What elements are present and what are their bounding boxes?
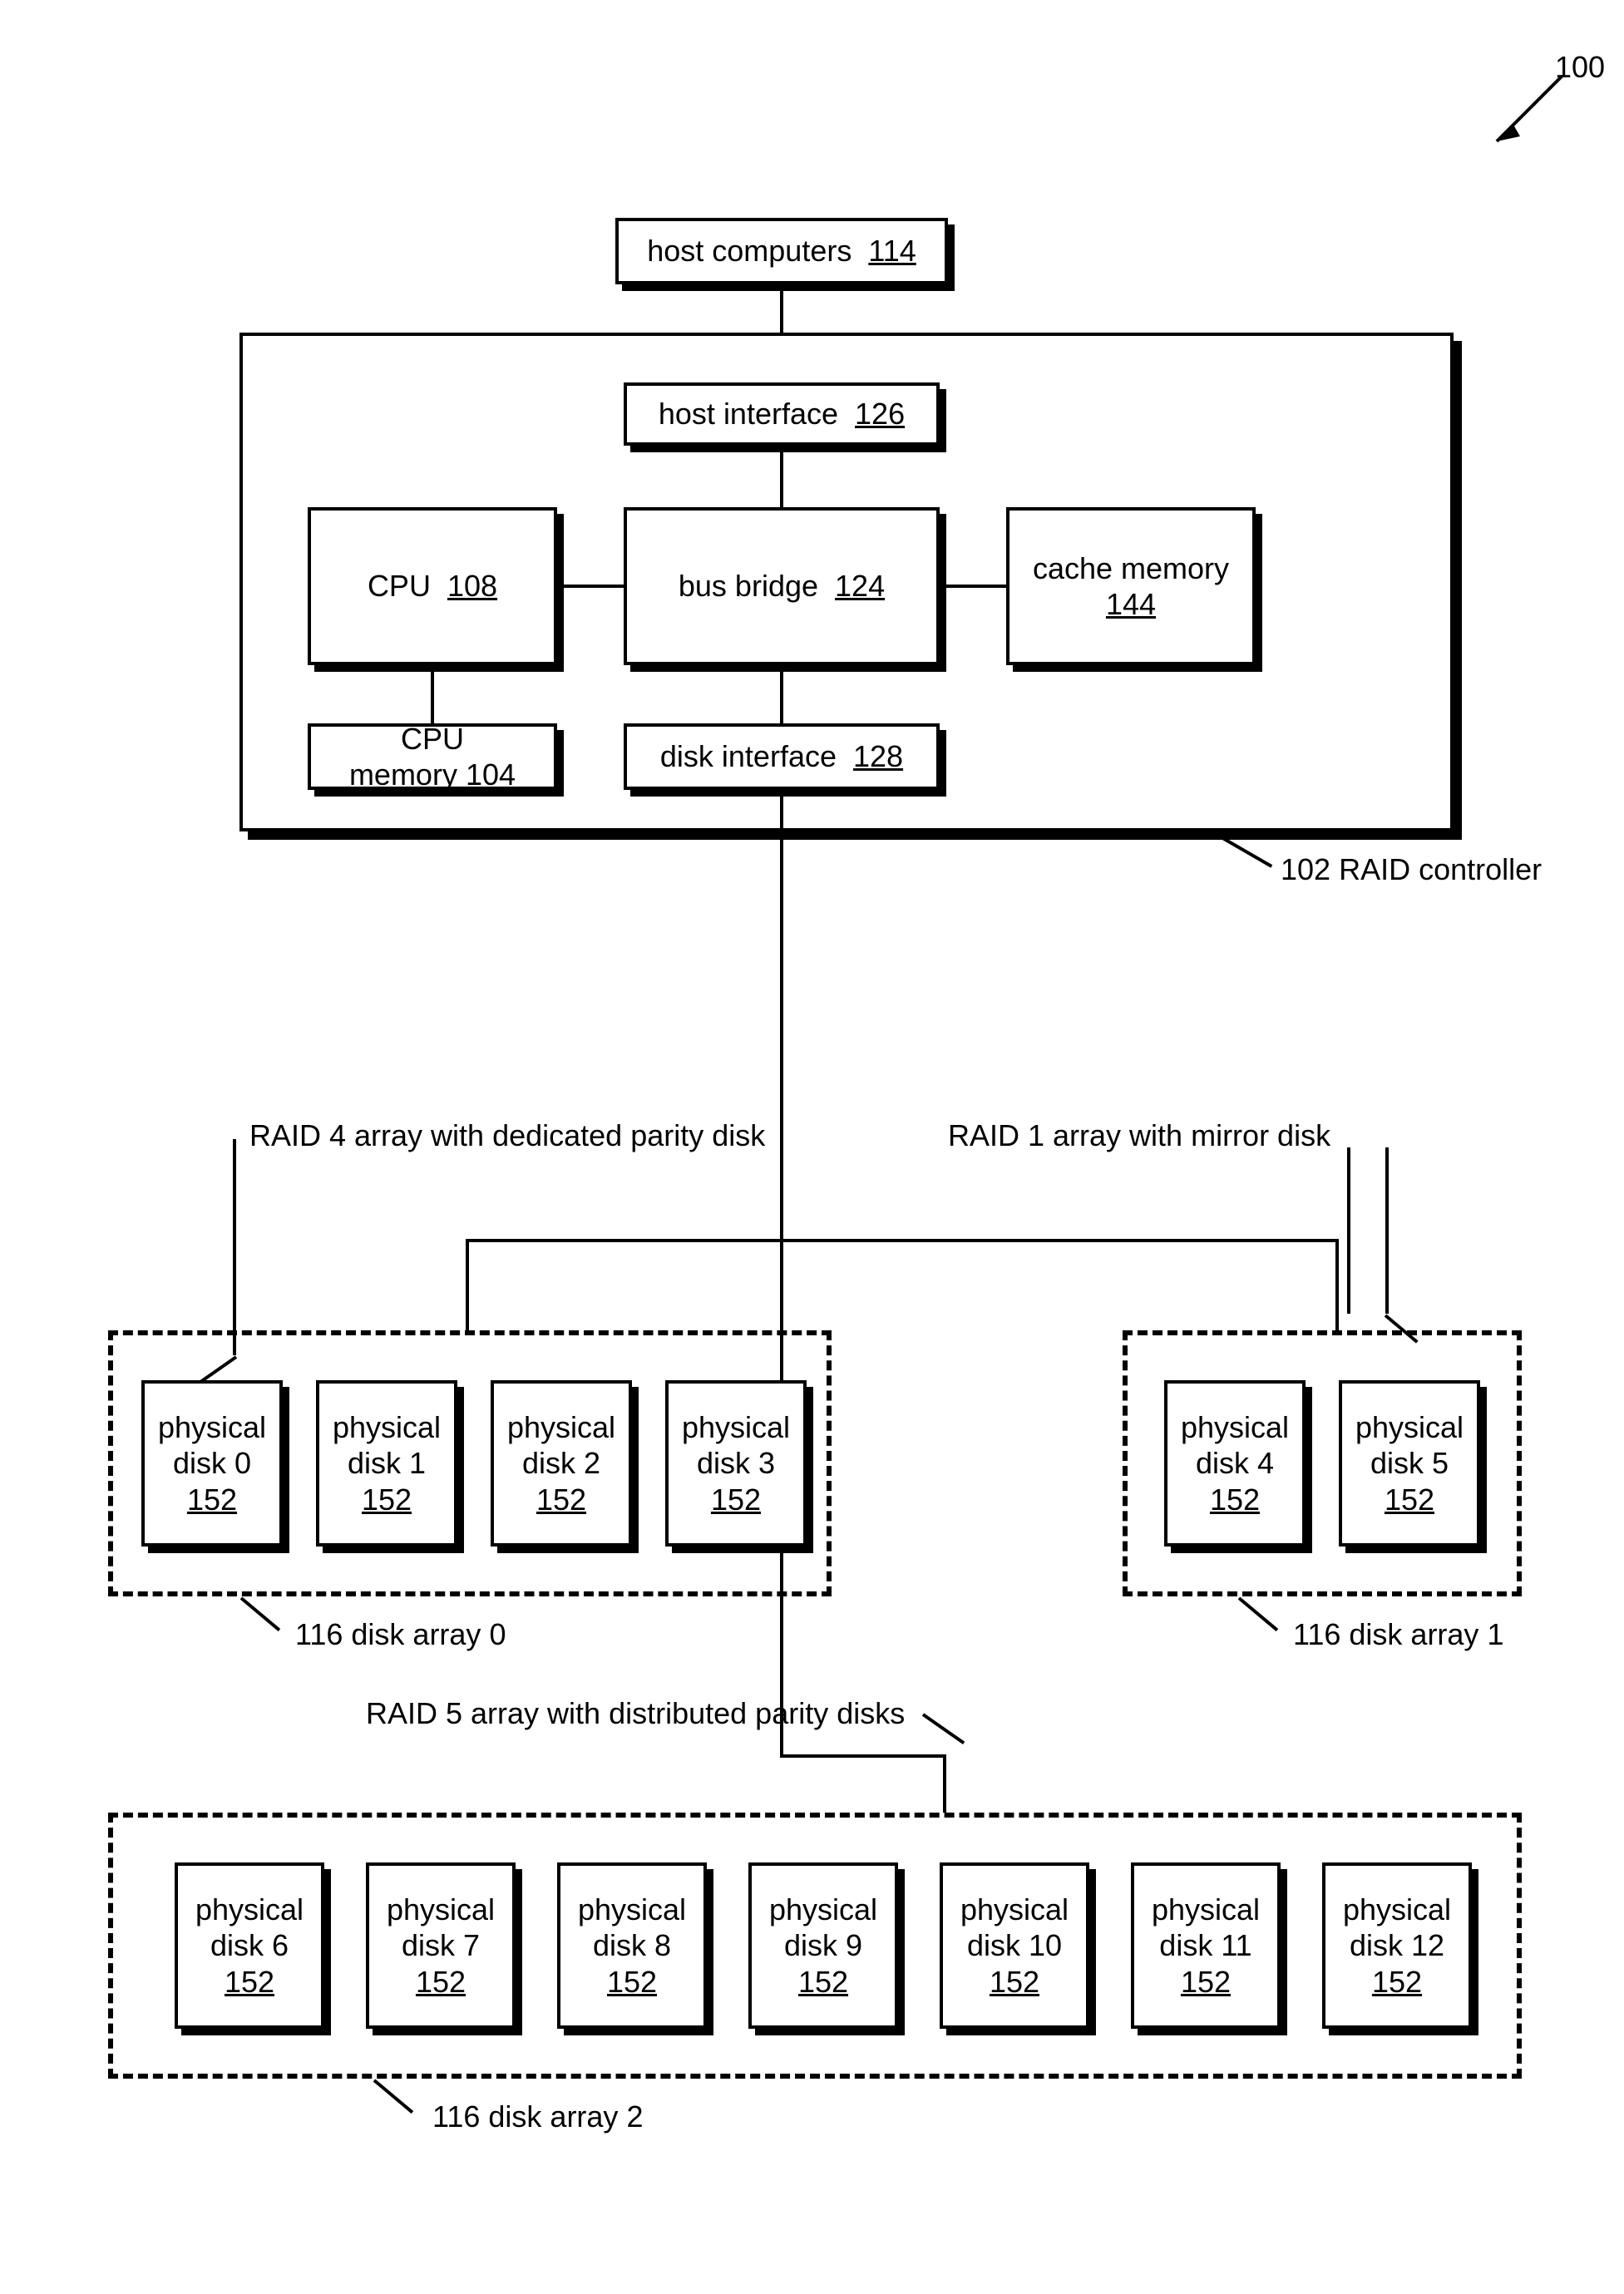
disk-box: physical disk 12152 bbox=[1322, 1862, 1472, 2029]
array1-caption: 116 disk array 1 bbox=[1293, 1617, 1503, 1652]
disk-box: physical disk 2152 bbox=[491, 1380, 632, 1547]
host-computers-ref: 114 bbox=[868, 234, 916, 268]
disk-ref: 152 bbox=[362, 1482, 412, 1517]
disk-interface-box: disk interface 128 bbox=[624, 723, 940, 790]
disk-box: physical disk 9152 bbox=[748, 1862, 898, 2029]
leader bbox=[1238, 1596, 1279, 1631]
disk-ref: 152 bbox=[1372, 1965, 1422, 1999]
cpu-box: CPU 108 bbox=[308, 507, 557, 665]
connector bbox=[780, 790, 783, 1239]
leader bbox=[233, 1139, 236, 1355]
cpu-memory-label: CPU memory bbox=[349, 722, 464, 792]
host-interface-ref: 126 bbox=[855, 397, 905, 431]
disk-label: physical disk 0 bbox=[158, 1410, 266, 1480]
host-computers-box: host computers 114 bbox=[615, 218, 948, 284]
disk-ref: 152 bbox=[798, 1965, 848, 1999]
raid-controller-label: 102 RAID controller bbox=[1281, 852, 1542, 887]
bus-bridge-ref: 124 bbox=[835, 569, 885, 603]
disk-label: physical disk 6 bbox=[195, 1892, 304, 1962]
array0-type-label: RAID 4 array with dedicated parity disk bbox=[249, 1118, 765, 1153]
leader bbox=[1385, 1147, 1389, 1314]
disk-ref: 152 bbox=[1385, 1482, 1434, 1517]
connector bbox=[780, 446, 783, 507]
disk-label: physical disk 10 bbox=[960, 1892, 1069, 1962]
connector bbox=[943, 1754, 946, 1813]
disk-label: physical disk 11 bbox=[1152, 1892, 1260, 1962]
disk-label: physical disk 3 bbox=[682, 1410, 790, 1480]
cache-memory-ref: 144 bbox=[1106, 587, 1156, 621]
disk-label: physical disk 2 bbox=[507, 1410, 615, 1480]
connector bbox=[431, 665, 434, 723]
disk-ref: 152 bbox=[1181, 1965, 1231, 1999]
leader-proxy bbox=[1347, 1147, 1350, 1314]
disk-ref: 152 bbox=[607, 1965, 657, 1999]
connector bbox=[466, 1239, 469, 1330]
disk-ref: 152 bbox=[990, 1965, 1039, 1999]
array2-caption: 116 disk array 2 bbox=[432, 2099, 643, 2134]
disk-ref: 152 bbox=[416, 1965, 466, 1999]
disk-box: physical disk 7152 bbox=[366, 1862, 516, 2029]
disk-interface-ref: 128 bbox=[853, 739, 903, 773]
host-interface-box: host interface 126 bbox=[624, 382, 940, 446]
array0-caption: 116 disk array 0 bbox=[295, 1617, 506, 1652]
disk-box: physical disk 4152 bbox=[1164, 1380, 1306, 1547]
connector bbox=[780, 665, 783, 723]
disk-box: physical disk 10152 bbox=[940, 1862, 1089, 2029]
connector bbox=[780, 1754, 946, 1758]
cpu-memory-ref: 104 bbox=[466, 757, 516, 792]
bus-bridge-box: bus bridge 124 bbox=[624, 507, 940, 665]
cache-memory-box: cache memory144 bbox=[1006, 507, 1256, 665]
connector bbox=[940, 585, 1006, 588]
disk-box: physical disk 5152 bbox=[1339, 1380, 1480, 1547]
cpu-ref: 108 bbox=[447, 569, 497, 603]
array2-type-label: RAID 5 array with distributed parity dis… bbox=[366, 1696, 905, 1731]
bus-bridge-label: bus bridge bbox=[679, 569, 818, 603]
disk-interface-label: disk interface bbox=[660, 739, 837, 773]
disk-label: physical disk 9 bbox=[769, 1892, 877, 1962]
cpu-label: CPU bbox=[368, 569, 431, 603]
leader bbox=[373, 2079, 414, 2114]
leader bbox=[922, 1713, 965, 1744]
disk-box: physical disk 1152 bbox=[316, 1380, 457, 1547]
disk-ref: 152 bbox=[225, 1965, 274, 1999]
disk-label: physical disk 12 bbox=[1343, 1892, 1451, 1962]
host-interface-label: host interface bbox=[659, 397, 838, 431]
figure-ref: 100 bbox=[1555, 50, 1605, 85]
connector bbox=[557, 585, 624, 588]
disk-label: physical disk 8 bbox=[578, 1892, 686, 1962]
disk-ref: 152 bbox=[1210, 1482, 1260, 1517]
connector bbox=[466, 1239, 1339, 1242]
disk-label: physical disk 1 bbox=[333, 1410, 441, 1480]
disk-ref: 152 bbox=[187, 1482, 237, 1517]
disk-ref: 152 bbox=[536, 1482, 586, 1517]
cache-memory-label: cache memory bbox=[1033, 551, 1229, 585]
cpu-memory-box: CPU memory 104 bbox=[308, 723, 557, 790]
leader bbox=[240, 1596, 281, 1631]
disk-box: physical disk 3152 bbox=[665, 1380, 807, 1547]
disk-box: physical disk 0152 bbox=[141, 1380, 283, 1547]
array1-type-label: RAID 1 array with mirror disk bbox=[948, 1118, 1330, 1153]
host-computers-label: host computers bbox=[647, 234, 851, 268]
disk-ref: 152 bbox=[711, 1482, 761, 1517]
disk-label: physical disk 5 bbox=[1355, 1410, 1464, 1480]
connector bbox=[1335, 1239, 1339, 1330]
disk-label: physical disk 7 bbox=[387, 1892, 495, 1962]
disk-label: physical disk 4 bbox=[1181, 1410, 1289, 1480]
disk-box: physical disk 6152 bbox=[175, 1862, 324, 2029]
disk-box: physical disk 8152 bbox=[557, 1862, 707, 2029]
disk-box: physical disk 11152 bbox=[1131, 1862, 1281, 2029]
